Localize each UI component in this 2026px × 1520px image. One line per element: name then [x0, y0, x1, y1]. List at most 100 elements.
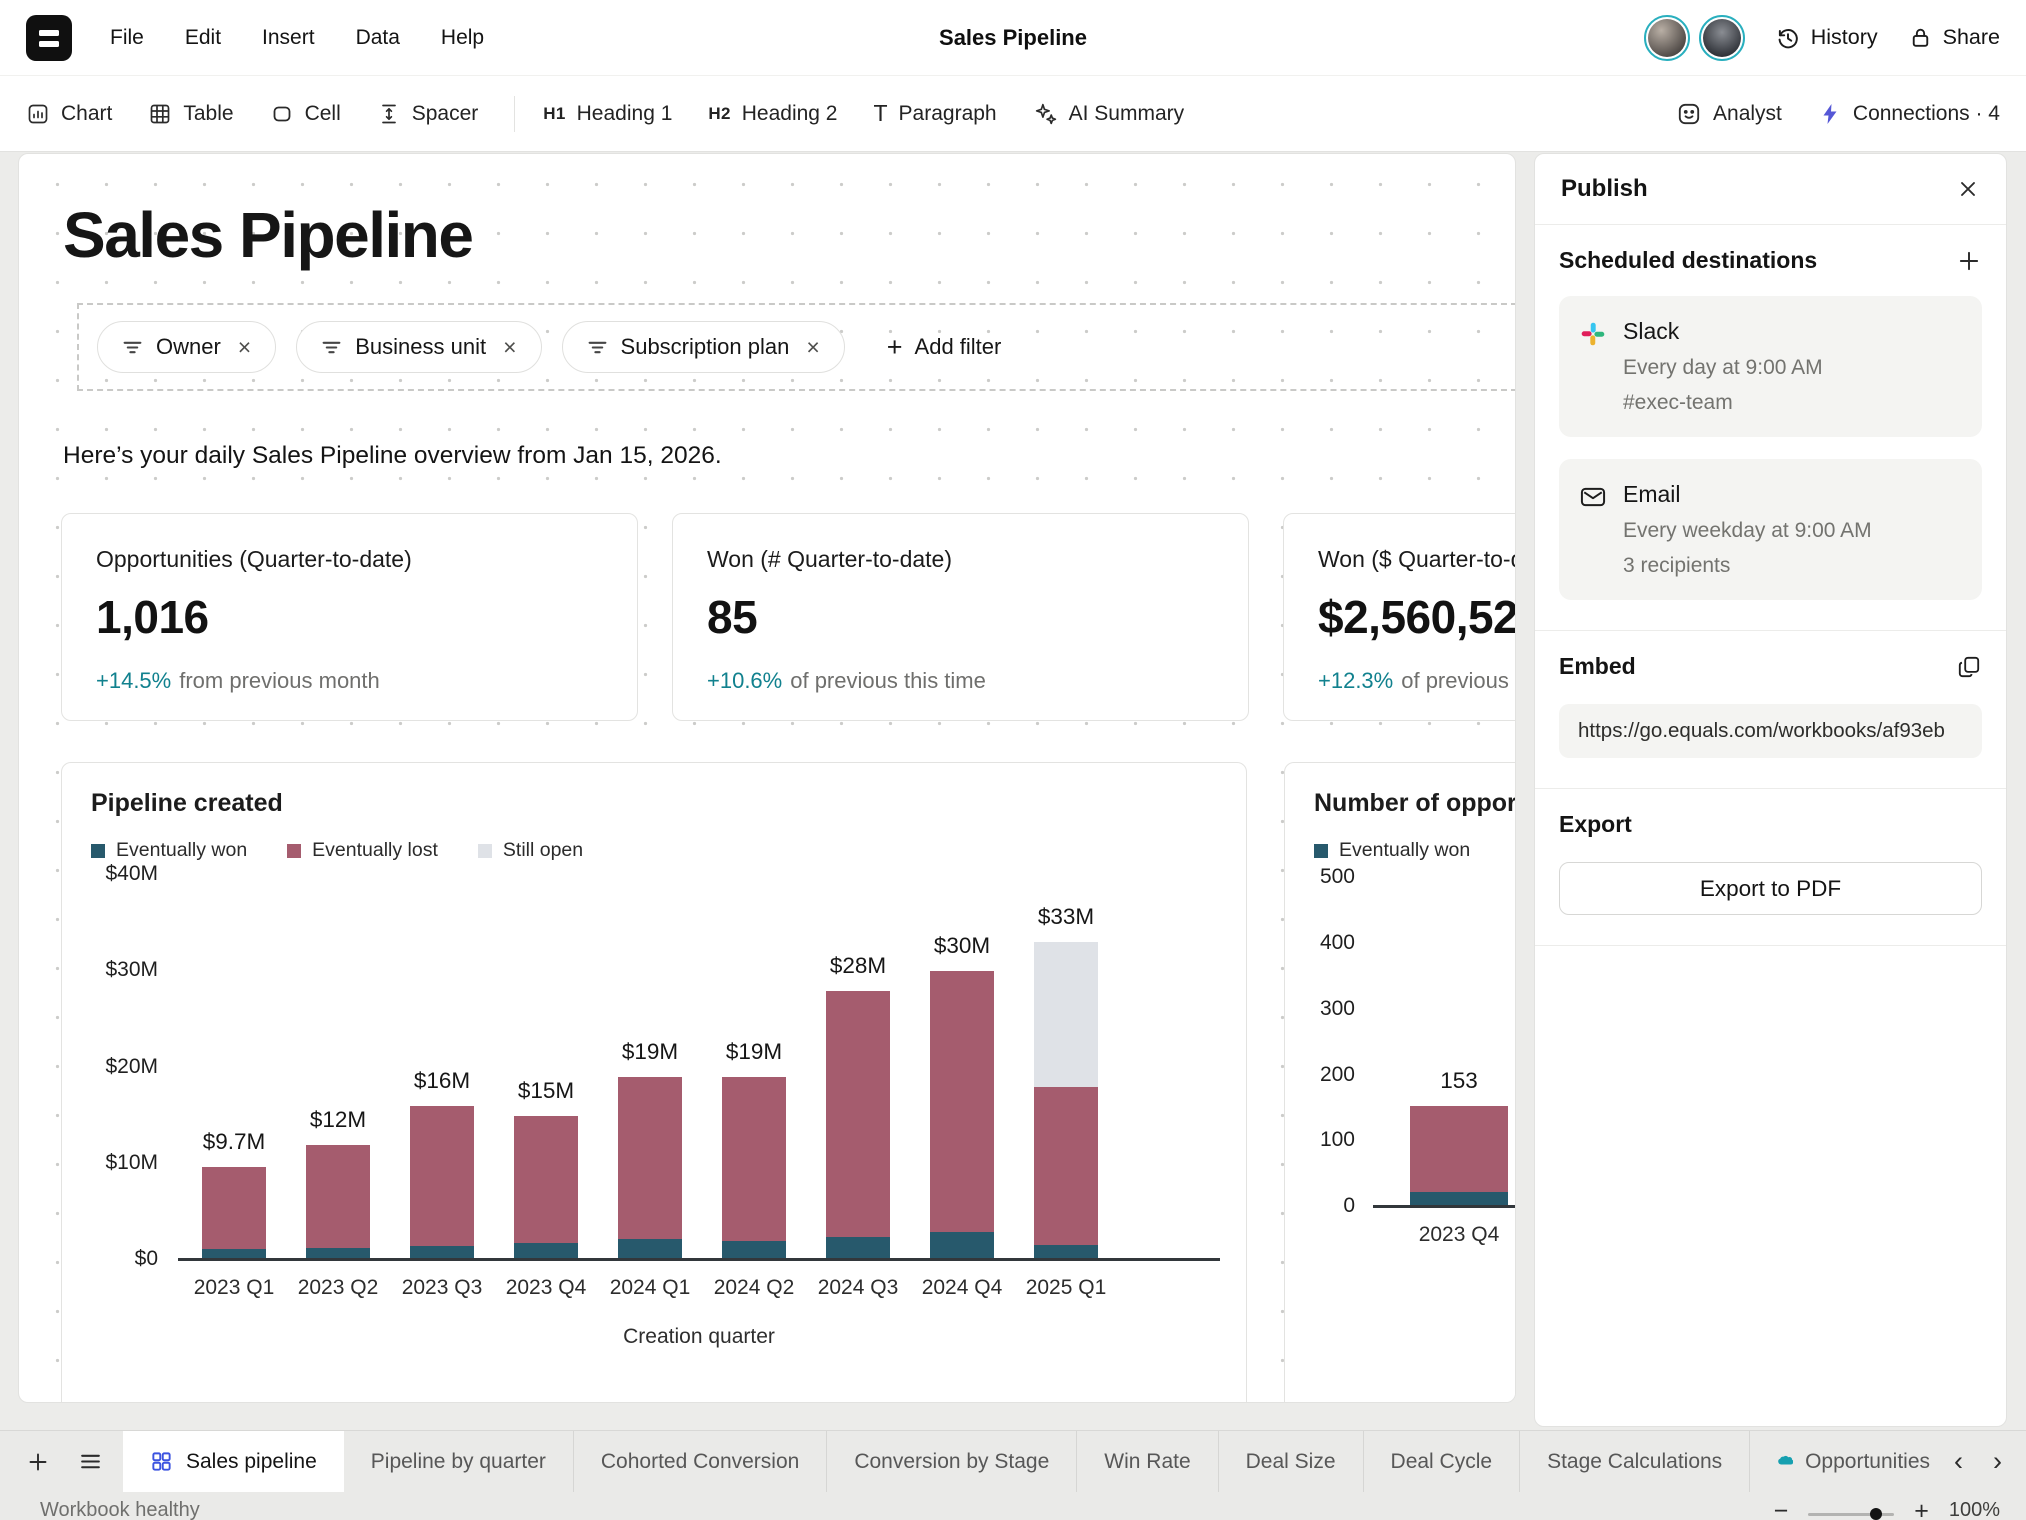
- history-button[interactable]: History: [1775, 25, 1878, 51]
- tab-deal-cycle[interactable]: Deal Cycle: [1364, 1431, 1521, 1492]
- tool-heading2-label: Heading 2: [742, 102, 838, 126]
- insert-toolbar: Chart Table Cell Spacer H1 Heading 1 H2 …: [0, 75, 2026, 152]
- kpi-card-won-dollars[interactable]: Won ($ Quarter-to-date) $2,560,520 +12.3…: [1283, 513, 1516, 721]
- kpi-card-opportunities[interactable]: Opportunities (Quarter-to-date) 1,016 +1…: [61, 513, 638, 721]
- menu-data[interactable]: Data: [356, 26, 400, 50]
- y-tick-label: $10M: [105, 1151, 158, 1175]
- kpi-delta: +10.6%: [707, 668, 782, 693]
- zoom-slider[interactable]: [1808, 1513, 1894, 1516]
- destination-target: 3 recipients: [1623, 554, 1872, 578]
- connections-button[interactable]: Connections · 4: [1818, 102, 2000, 126]
- export-to-pdf-button[interactable]: Export to PDF: [1559, 862, 1982, 915]
- tab-opportunities[interactable]: Opportunities: [1750, 1431, 1930, 1492]
- copy-icon[interactable]: [1956, 654, 1982, 680]
- chart-card-pipeline-created[interactable]: Pipeline created Eventually won Eventual…: [61, 762, 1247, 1403]
- bar-segment: [618, 1239, 682, 1260]
- chevron-left-icon[interactable]: ‹: [1954, 1446, 1963, 1477]
- bar-stack: [930, 971, 994, 1260]
- tab-sales-pipeline[interactable]: Sales pipeline: [123, 1431, 344, 1492]
- zoom-slider-knob[interactable]: [1870, 1508, 1882, 1520]
- menu-items: File Edit Insert Data Help: [110, 26, 484, 50]
- legend-label: Eventually won: [116, 839, 247, 862]
- tool-spacer[interactable]: Spacer: [377, 102, 479, 126]
- zoom-out-button[interactable]: −: [1774, 1502, 1789, 1520]
- kpi-delta-note: of previous this time: [1401, 668, 1516, 693]
- menu-help[interactable]: Help: [441, 26, 484, 50]
- analyst-button[interactable]: Analyst: [1676, 101, 1782, 127]
- remove-filter-icon[interactable]: ×: [238, 336, 251, 359]
- bar-group[interactable]: $19M2024 Q2: [702, 875, 806, 1260]
- page-title[interactable]: Sales Pipeline: [63, 198, 472, 272]
- bar-group[interactable]: $30M2024 Q4: [910, 875, 1014, 1260]
- menu-file[interactable]: File: [110, 26, 144, 50]
- close-icon[interactable]: [1956, 177, 1980, 201]
- bar-value-label: $19M: [682, 1039, 826, 1065]
- spacer-icon: [377, 102, 401, 126]
- chart-plot: $0$10M$20M$30M$40M $9.7M2023 Q1$12M2023 …: [90, 875, 1230, 1260]
- add-sheet-icon[interactable]: [26, 1450, 50, 1474]
- chart-plot: 0100200300400500 1532023 Q4: [1313, 875, 1516, 1207]
- tool-heading1[interactable]: H1 Heading 1: [543, 102, 672, 126]
- embed-heading: Embed: [1559, 653, 1956, 680]
- tab-deal-size[interactable]: Deal Size: [1219, 1431, 1364, 1492]
- remove-filter-icon[interactable]: ×: [806, 336, 819, 359]
- chart-card-number-of-opportunities[interactable]: Number of opportunities Eventually won 0…: [1284, 762, 1516, 1403]
- add-destination-icon[interactable]: [1956, 248, 1982, 274]
- paragraph-icon: T: [873, 100, 887, 127]
- summary-text[interactable]: Here’s your daily Sales Pipeline overvie…: [63, 442, 722, 470]
- bar-stack: [410, 1106, 474, 1260]
- embed-url-field[interactable]: https://go.equals.com/workbooks/af93eb: [1559, 704, 1982, 758]
- filter-chip-business-unit[interactable]: Business unit ×: [296, 321, 541, 373]
- tool-ai-summary[interactable]: AI Summary: [1033, 101, 1185, 126]
- zoom-in-button[interactable]: +: [1914, 1502, 1929, 1520]
- bar-group[interactable]: $33M2025 Q1: [1014, 875, 1118, 1260]
- destination-schedule: Every day at 9:00 AM: [1623, 356, 1823, 380]
- export-section: Export Export to PDF: [1535, 789, 2006, 946]
- legend-still-open: Still open: [478, 839, 583, 862]
- tab-stage-calculations[interactable]: Stage Calculations: [1520, 1431, 1750, 1492]
- y-axis: 0100200300400500: [1313, 875, 1365, 1207]
- tool-heading2[interactable]: H2 Heading 2: [708, 102, 837, 126]
- bar-group[interactable]: $19M2024 Q1: [598, 875, 702, 1260]
- tool-table-label: Table: [183, 102, 233, 126]
- tab-win-rate[interactable]: Win Rate: [1077, 1431, 1218, 1492]
- collaborator-avatars: [1644, 15, 1745, 61]
- legend-label: Eventually lost: [312, 839, 438, 862]
- bar-group[interactable]: 1532023 Q4: [1383, 875, 1516, 1207]
- destination-schedule: Every weekday at 9:00 AM: [1623, 519, 1872, 543]
- share-button[interactable]: Share: [1908, 25, 2000, 50]
- filter-chip-owner[interactable]: Owner ×: [97, 321, 276, 373]
- add-filter-button[interactable]: + Add filter: [887, 334, 1002, 361]
- y-tick-label: 500: [1320, 865, 1355, 889]
- bar-group[interactable]: $15M2023 Q4: [494, 875, 598, 1260]
- destination-slack[interactable]: Slack Every day at 9:00 AM #exec-team: [1559, 296, 1982, 437]
- equals-logo[interactable]: [26, 15, 72, 61]
- remove-filter-icon[interactable]: ×: [503, 336, 516, 359]
- filter-lines-icon: [321, 337, 342, 358]
- destination-email[interactable]: Email Every weekday at 9:00 AM 3 recipie…: [1559, 459, 1982, 600]
- kpi-card-won-count[interactable]: Won (# Quarter-to-date) 85 +10.6%of prev…: [672, 513, 1249, 721]
- avatar[interactable]: [1644, 15, 1690, 61]
- tool-table[interactable]: Table: [148, 102, 233, 126]
- menu-insert[interactable]: Insert: [262, 26, 315, 50]
- sheet-list-icon[interactable]: [78, 1449, 103, 1474]
- tool-cell[interactable]: Cell: [270, 102, 341, 126]
- tab-cohorted-conversion[interactable]: Cohorted Conversion: [574, 1431, 827, 1492]
- menu-edit[interactable]: Edit: [185, 26, 221, 50]
- filter-row: Owner × Business unit × Subscription pla…: [77, 303, 1516, 391]
- tab-pipeline-by-quarter[interactable]: Pipeline by quarter: [344, 1431, 574, 1492]
- bar-stack: [722, 1077, 786, 1260]
- tool-paragraph[interactable]: T Paragraph: [873, 100, 996, 127]
- kpi-label: Won (# Quarter-to-date): [707, 546, 1214, 573]
- avatar[interactable]: [1699, 15, 1745, 61]
- bar-group[interactable]: $16M2023 Q3: [390, 875, 494, 1260]
- dashboard-canvas[interactable]: Sales Pipeline Owner × Business unit ×: [18, 153, 1516, 1403]
- tab-conversion-by-stage[interactable]: Conversion by Stage: [827, 1431, 1077, 1492]
- destination-name: Slack: [1623, 318, 1823, 345]
- chevron-right-icon[interactable]: ›: [1993, 1446, 2002, 1477]
- filter-chip-subscription-plan[interactable]: Subscription plan ×: [562, 321, 845, 373]
- bar-group[interactable]: $9.7M2023 Q1: [182, 875, 286, 1260]
- chart-legend: Eventually won: [1314, 839, 1470, 862]
- legend-swatch: [478, 844, 492, 858]
- tool-chart[interactable]: Chart: [26, 102, 112, 126]
